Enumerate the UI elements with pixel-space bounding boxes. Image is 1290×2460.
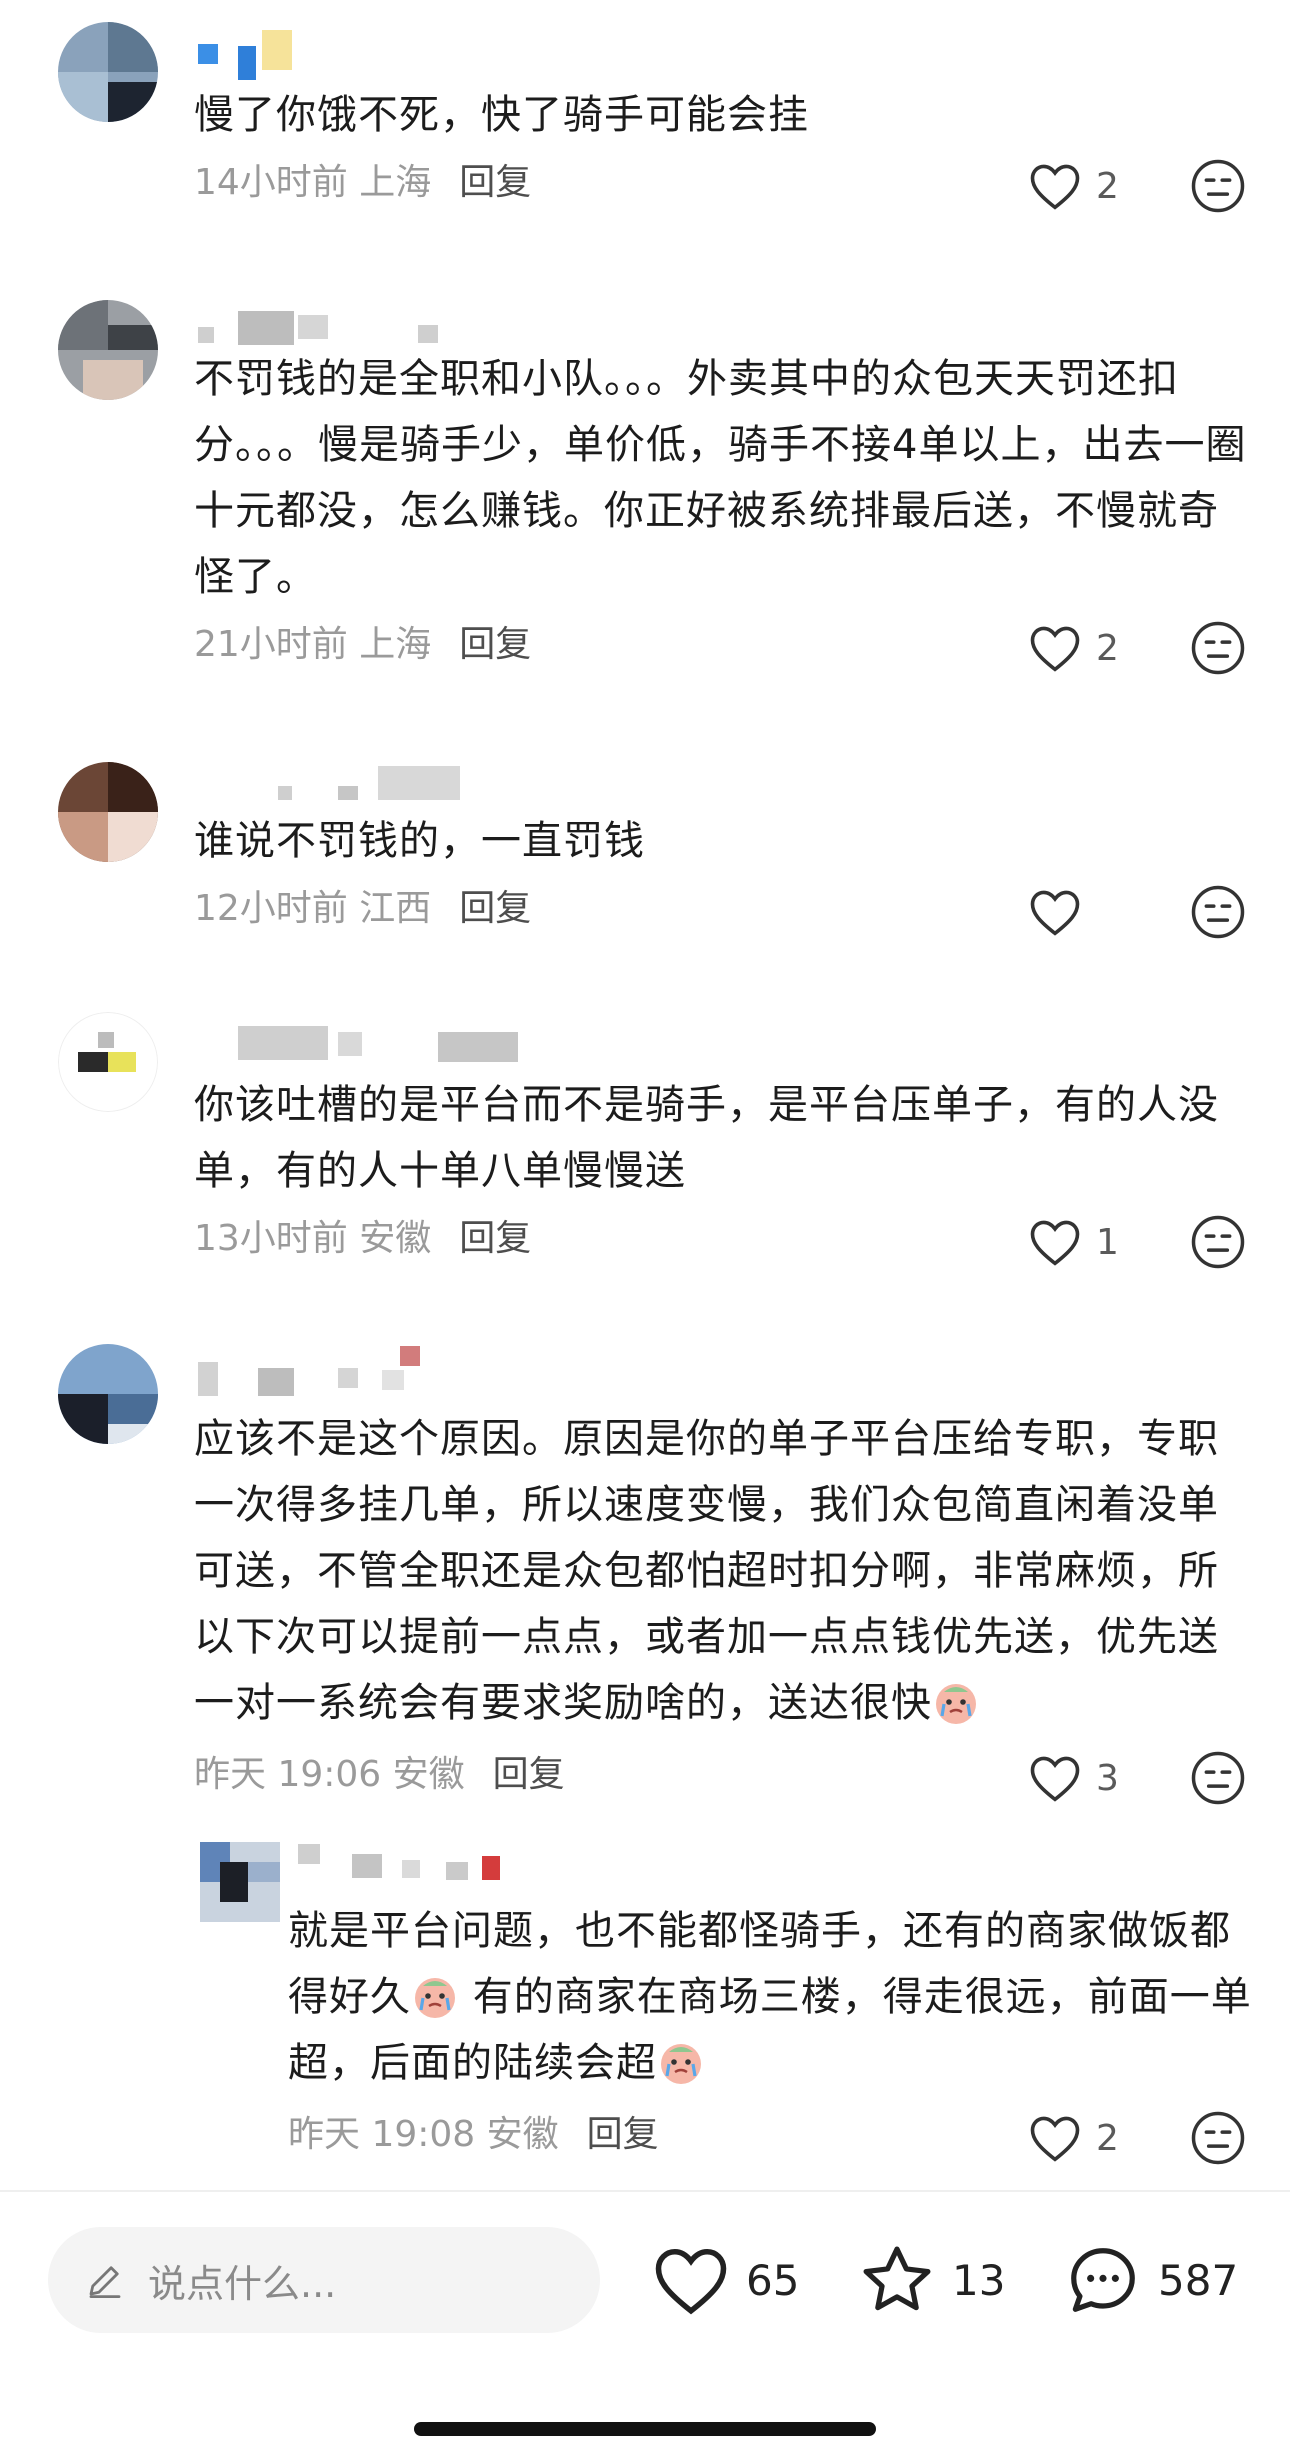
comment-input-placeholder: 说点什么... <box>148 2261 337 2306</box>
like-count: 2 <box>1096 2117 1119 2159</box>
heart-icon <box>1030 1220 1080 1266</box>
reply-button[interactable]: 回复 <box>459 1218 531 1259</box>
comment-time-location: 昨天 19:08 安徽 <box>288 2114 559 2155</box>
favorite-button[interactable]: 13 <box>858 2227 1005 2333</box>
comment-text: 不罚钱的是全职和小队。。。外卖其中的众包天天罚还扣分。。。慢是骑手少，单价低，骑… <box>194 356 1247 600</box>
comment-time-location: 昨天 19:06 安徽 <box>194 1754 465 1795</box>
reply-button[interactable]: 回复 <box>587 2114 659 2155</box>
star-icon <box>863 2246 931 2311</box>
username-pixelated[interactable] <box>198 1018 558 1068</box>
comment-text: 谁说不罚钱的，一直罚钱 <box>194 818 645 864</box>
dislike-icon[interactable] <box>1190 158 1246 214</box>
username-pixelated[interactable] <box>296 1844 516 1894</box>
username-pixelated[interactable] <box>198 1346 438 1396</box>
dislike-icon[interactable] <box>1190 884 1246 940</box>
heart-icon <box>1030 164 1080 210</box>
comment-bubble-icon <box>1071 2248 1135 2312</box>
username-pixelated[interactable] <box>198 760 498 810</box>
like-button[interactable] <box>1028 882 1120 942</box>
home-indicator[interactable] <box>414 2422 876 2436</box>
like-count: 3 <box>1096 1757 1119 1799</box>
sub-reply-text: 就是平台问题，也不能都怪骑手，还有的商家做饭都得好久 有的商家在商场三楼，得走很… <box>288 1898 1258 2096</box>
pencil-icon <box>89 2266 121 2299</box>
comment-time-location: 13小时前 安徽 <box>194 1218 432 1259</box>
favorite-count: 13 <box>952 2255 1006 2305</box>
reply-button[interactable]: 回复 <box>459 162 531 203</box>
reply-button[interactable]: 回复 <box>493 1754 565 1795</box>
avatar[interactable] <box>200 1842 280 1922</box>
bottom-action-bar: 说点什么... 65 13 587 <box>0 2192 1290 2460</box>
like-button[interactable]: 2 <box>1028 618 1120 678</box>
crying-face-emoji <box>415 1978 455 2018</box>
comment-meta: 昨天 19:06 安徽 回复 <box>194 1750 565 1800</box>
comment-time-location: 12小时前 江西 <box>194 888 432 929</box>
like-button[interactable]: 2 <box>1028 2108 1120 2168</box>
comment-meta: 21小时前 上海 回复 <box>194 620 531 670</box>
dislike-icon[interactable] <box>1190 620 1246 676</box>
comment-time-location: 21小时前 上海 <box>194 624 432 665</box>
comment-meta: 14小时前 上海 回复 <box>194 158 531 208</box>
dislike-icon[interactable] <box>1190 1214 1246 1270</box>
like-button[interactable]: 3 <box>1028 1748 1120 1808</box>
username-pixelated[interactable] <box>198 30 308 80</box>
heart-icon <box>1030 2116 1080 2162</box>
dislike-icon[interactable] <box>1190 2110 1246 2166</box>
comment-meta: 12小时前 江西 回复 <box>194 884 531 934</box>
heart-icon <box>1030 1756 1080 1802</box>
avatar[interactable] <box>58 1344 158 1444</box>
like-post-button[interactable]: 65 <box>652 2227 799 2333</box>
heart-icon <box>655 2248 727 2315</box>
heart-icon <box>1030 626 1080 672</box>
avatar[interactable] <box>58 1012 158 1112</box>
like-button[interactable]: 1 <box>1028 1212 1120 1272</box>
comment-meta: 昨天 19:08 安徽 回复 <box>288 2110 659 2160</box>
like-count: 2 <box>1096 165 1119 207</box>
dislike-icon[interactable] <box>1190 1750 1246 1806</box>
avatar[interactable] <box>58 762 158 862</box>
comment-count: 587 <box>1158 2255 1239 2305</box>
comment-text: 应该不是这个原因。原因是你的单子平台压给专职，专职一次得多挂几单，所以速度变慢，… <box>194 1406 1254 1736</box>
reply-button[interactable]: 回复 <box>459 624 531 665</box>
like-count: 2 <box>1096 627 1119 669</box>
crying-face-emoji <box>661 2044 701 2084</box>
comment-input[interactable]: 说点什么... <box>48 2227 600 2333</box>
heart-icon <box>1030 890 1080 936</box>
avatar[interactable] <box>58 300 158 400</box>
like-count: 65 <box>746 2255 800 2305</box>
like-button[interactable]: 2 <box>1028 156 1120 216</box>
comment-text-body: 应该不是这个原因。原因是你的单子平台压给专职，专职一次得多挂几单，所以速度变慢，… <box>194 1416 1219 1726</box>
comment-time-location: 14小时前 上海 <box>194 162 432 203</box>
comment-text: 慢了你饿不死，快了骑手可能会挂 <box>194 92 809 138</box>
comment-text: 你该吐槽的是平台而不是骑手，是平台压单子，有的人没单，有的人十单八单慢慢送 <box>194 1082 1219 1194</box>
comment-meta: 13小时前 安徽 回复 <box>194 1214 531 1264</box>
reply-button[interactable]: 回复 <box>459 888 531 929</box>
like-count: 1 <box>1096 1221 1119 1263</box>
avatar[interactable] <box>58 22 158 122</box>
comment-button[interactable]: 587 <box>1064 2227 1238 2333</box>
crying-face-emoji <box>936 1684 976 1724</box>
